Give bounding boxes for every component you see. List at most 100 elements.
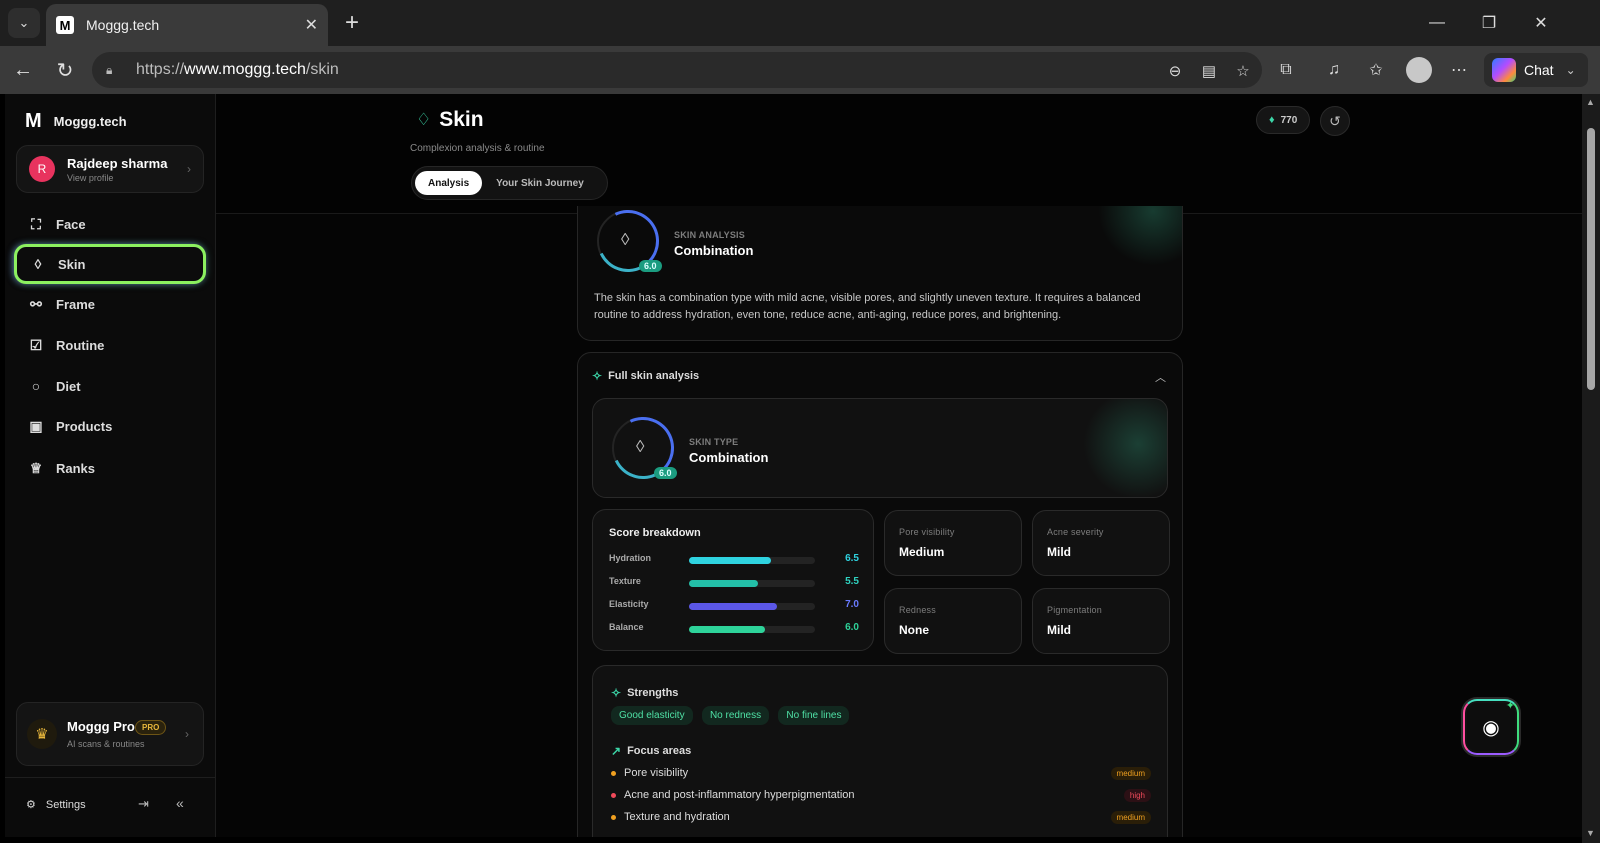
media-icon[interactable]: ♫ (1322, 58, 1346, 82)
score-bar-value: 6.5 (845, 553, 859, 564)
apple-icon: ○ (31, 378, 41, 394)
scroll-down-arrow-icon[interactable]: ▼ (1586, 828, 1595, 838)
points-badge[interactable]: ♦ 770 (1256, 106, 1311, 134)
sidebar-item-label: Products (56, 418, 113, 434)
bullet-dot-icon (611, 792, 616, 798)
bag-icon: ▣ (29, 417, 43, 434)
page-scrollbar[interactable]: ▲ ▼ (1582, 94, 1600, 843)
scroll-up-arrow-icon[interactable]: ▲ (1586, 97, 1595, 107)
score-badge: 6.0 (639, 260, 662, 272)
favorites-icon[interactable]: ✩ (1364, 58, 1388, 82)
more-menu-icon[interactable]: ⋯ (1447, 58, 1471, 82)
score-badge: 6.0 (654, 467, 677, 479)
score-bar-value: 7.0 (845, 599, 859, 610)
brand-logo-icon: M (25, 110, 42, 132)
strength-chip: No fine lines (778, 706, 850, 725)
score-ring: ◊ 6.0 (588, 206, 668, 281)
tab-actions-button[interactable]: ⌄ (8, 8, 40, 38)
score-bar-fill (689, 580, 759, 587)
skin-summary-card: ◊ 6.0 SKIN ANALYSIS Combination The skin… (577, 206, 1183, 341)
address-bar[interactable]: 🔒︎ https://www.moggg.tech/skin ⊖ ▤ ☆ (92, 52, 1262, 88)
close-tab-icon[interactable]: ✕ (305, 15, 318, 35)
strength-chip: Good elasticity (611, 706, 693, 725)
refresh-button[interactable]: ↻ (51, 56, 79, 84)
minimize-button[interactable]: — (1410, 0, 1464, 46)
rescan-button[interactable]: ↺ (1320, 106, 1350, 136)
extensions-icon[interactable]: ⧉ (1274, 58, 1298, 82)
sidebar-item-label: Diet (56, 378, 81, 394)
score-bar-fill (689, 557, 771, 564)
focus-area-item: Pore visibility medium (611, 765, 1151, 781)
sidebar-item-label: Ranks (56, 460, 96, 476)
strength-chip: No redness (701, 706, 770, 725)
lock-icon[interactable]: 🔒︎ (106, 63, 122, 78)
avatar: R (29, 156, 55, 182)
sidebar-item-ranks[interactable]: ♕ Ranks (16, 450, 204, 486)
full-analysis-header[interactable]: ✧ Full skin analysis (592, 369, 699, 383)
score-bar-row: Hydration 6.5 (609, 553, 859, 567)
score-bar-track (689, 603, 815, 610)
page-header: ♢ Skin Complexion analysis & routine Ana… (216, 94, 1582, 214)
bullet-dot-icon (611, 814, 616, 820)
pro-badge: PRO (135, 720, 167, 735)
chevron-right-icon: › (185, 727, 189, 741)
score-bar-label: Elasticity (609, 599, 649, 609)
summary-caption: SKIN ANALYSIS (674, 230, 745, 240)
reader-mode-icon[interactable]: ▤ (1198, 60, 1220, 82)
focus-area-label: Acne and post-inflammatory hyperpigmenta… (624, 789, 855, 801)
settings-button[interactable]: ⚙ Settings (26, 798, 86, 812)
browser-tab[interactable]: M Moggg.tech ✕ (46, 4, 328, 46)
pro-title: Moggg Pro (67, 719, 135, 734)
chat-label: Chat (1524, 62, 1554, 78)
restore-button[interactable]: ❐ (1462, 0, 1516, 46)
sidebar-item-skin[interactable]: ◊ Skin (16, 246, 204, 282)
skin-type-caption: SKIN TYPE (689, 437, 739, 447)
site-favicon-icon: M (56, 16, 74, 34)
profile-link-text: View profile (67, 172, 114, 183)
gear-icon: ⚙ (26, 799, 36, 811)
severity-badge: medium (1110, 766, 1151, 780)
sidebar-item-products[interactable]: ▣ Products (16, 408, 204, 444)
collapse-sidebar-icon[interactable]: « (176, 795, 184, 811)
url-text: https://www.moggg.tech/skin (136, 61, 339, 78)
strengths-chips: Good elasticity No redness No fine lines (611, 706, 855, 725)
score-bar-fill (689, 626, 765, 633)
settings-label: Settings (45, 798, 86, 811)
skin-type-value: Combination (689, 450, 769, 465)
zoom-out-icon[interactable]: ⊖ (1164, 60, 1186, 82)
sidebar-item-face[interactable]: ⛶ Face (16, 206, 204, 242)
new-tab-button[interactable]: + (338, 9, 366, 37)
scan-fab-button[interactable]: ◉ ✦ (1463, 699, 1519, 755)
drop-icon: ♢ (416, 110, 432, 129)
drop-icon: ◊ (621, 230, 630, 249)
sidebar-item-label: Frame (56, 296, 96, 312)
metric-pore-visibility: Pore visibility Medium (884, 510, 1022, 576)
scrollbar-thumb[interactable] (1587, 128, 1595, 390)
sidebar-item-diet[interactable]: ○ Diet (16, 368, 204, 404)
sparkle-icon: ✧ (611, 686, 622, 700)
summary-text: The skin has a combination type with mil… (594, 292, 1141, 321)
drop-icon: ◊ (34, 256, 42, 272)
pro-upgrade-card[interactable]: ♛ Moggg Pro AI scans & routines PRO › (16, 702, 204, 766)
pro-subtitle: AI scans & routines (67, 739, 145, 749)
focus-area-item: Texture and hydration medium (611, 809, 1151, 825)
profile-card[interactable]: R Rajdeep sharma View profile › (16, 145, 204, 193)
tab-skin-journey[interactable]: Your Skin Journey (488, 178, 592, 189)
brand[interactable]: M Moggg.tech (25, 110, 127, 133)
copilot-chat-button[interactable]: Chat ⌄ (1484, 53, 1588, 87)
refresh-icon: ↺ (1329, 112, 1341, 129)
sidebar-item-frame[interactable]: ⚯ Frame (16, 286, 204, 322)
close-window-button[interactable]: ✕ (1514, 0, 1568, 46)
chevron-up-icon[interactable]: ︿ (1155, 369, 1166, 385)
score-bar-value: 6.0 (845, 622, 859, 633)
sidebar-item-routine[interactable]: ☑ Routine (16, 327, 204, 363)
browser-profile-avatar[interactable] (1406, 57, 1432, 83)
tab-analysis[interactable]: Analysis (415, 171, 483, 195)
score-bar-row: Texture 5.5 (609, 576, 859, 590)
trophy-icon: ♕ (29, 459, 43, 476)
score-bar-label: Hydration (609, 553, 652, 563)
favorite-star-icon[interactable]: ☆ (1232, 60, 1254, 82)
metric-acne-severity: Acne severity Mild (1032, 510, 1170, 576)
back-button[interactable]: ← (9, 56, 37, 84)
logout-icon[interactable]: ⇥ (138, 796, 149, 812)
